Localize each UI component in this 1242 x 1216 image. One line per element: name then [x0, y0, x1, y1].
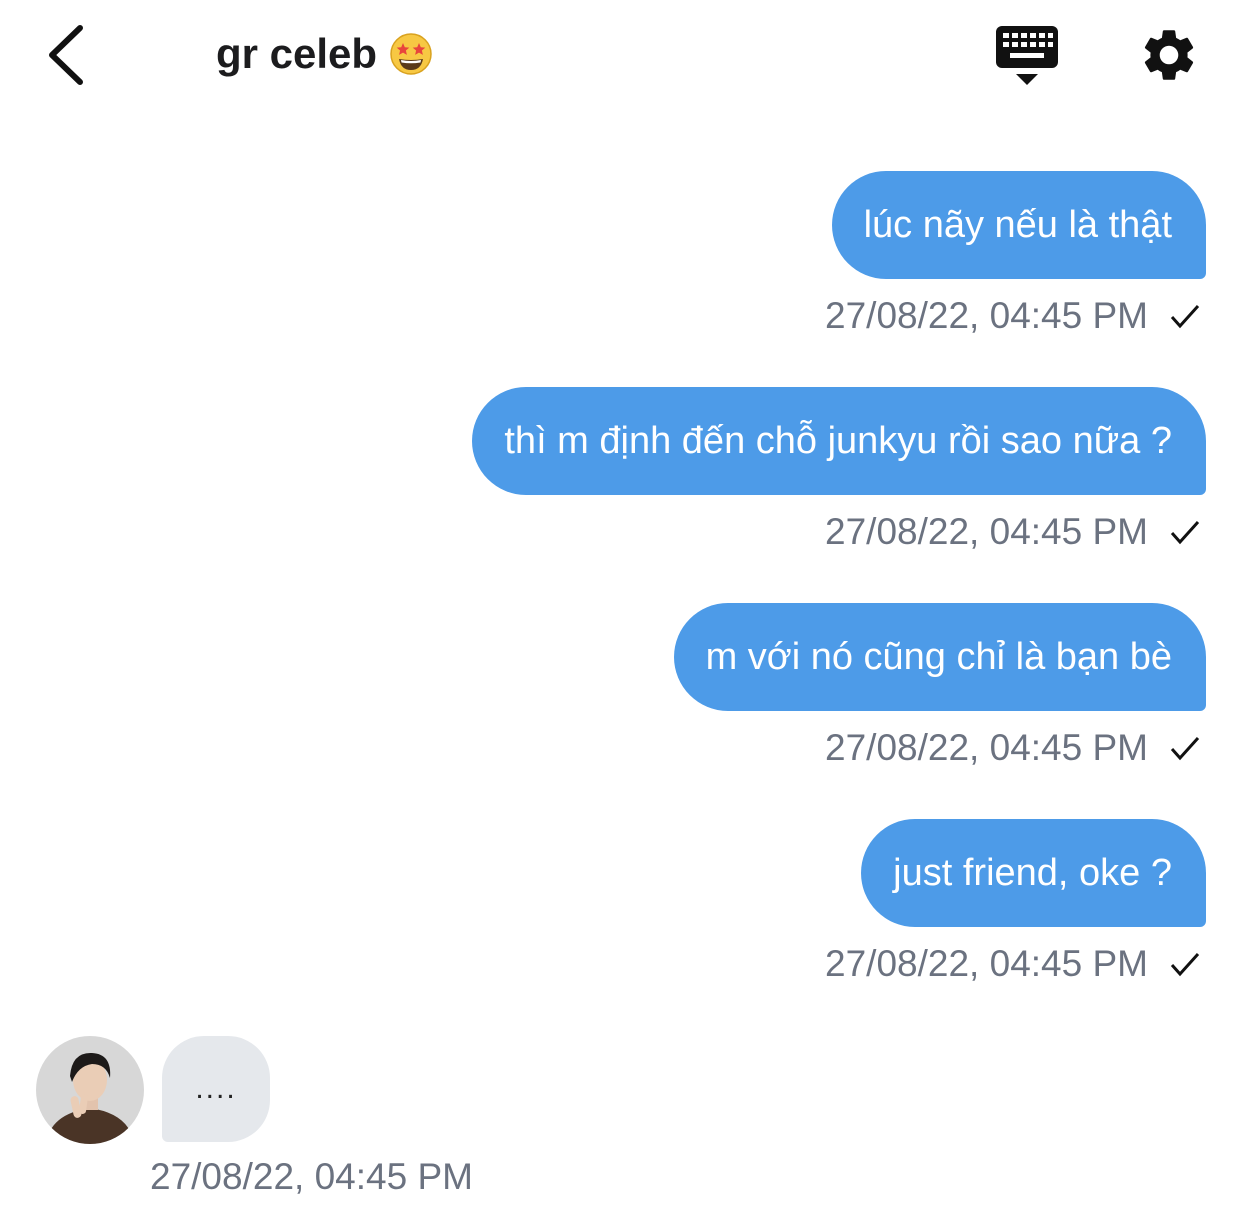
- outgoing-message-bubble[interactable]: just friend, oke ?: [861, 819, 1206, 927]
- outgoing-message-bubble[interactable]: lúc nãy nếu là thật: [831, 171, 1206, 279]
- contact-avatar[interactable]: [36, 1036, 144, 1144]
- sent-check-icon: [1170, 736, 1200, 761]
- outgoing-message-bubble[interactable]: thì m định đến chỗ junkyu rồi sao nữa ?: [472, 387, 1206, 495]
- chat-title[interactable]: gr celeb: [216, 30, 433, 78]
- sent-check-icon: [1170, 520, 1200, 545]
- star-struck-emoji-icon: [390, 33, 432, 75]
- message-timestamp: 27/08/22, 04:45 PM: [825, 511, 1148, 552]
- message-timestamp: 27/08/22, 04:45 PM: [825, 727, 1148, 768]
- avatar-photo-icon: [36, 1036, 144, 1144]
- message-meta: 27/08/22, 04:45 PM: [825, 507, 1202, 557]
- message-meta: 27/08/22, 04:45 PM: [825, 723, 1202, 773]
- message-meta: 27/08/22, 04:45 PM: [825, 939, 1202, 989]
- chevron-left-icon: [49, 25, 83, 85]
- outgoing-message-bubble[interactable]: m với nó cũng chỉ là bạn bè: [673, 603, 1206, 711]
- keyboard-button[interactable]: [992, 22, 1062, 88]
- message-timestamp: 27/08/22, 04:45 PM: [150, 1156, 473, 1197]
- back-button[interactable]: [38, 20, 98, 90]
- sent-check-icon: [1170, 304, 1200, 329]
- sent-check-icon: [1170, 952, 1200, 977]
- gear-icon: [1144, 30, 1194, 80]
- keyboard-icon: [996, 26, 1058, 85]
- chat-title-text: gr celeb: [216, 30, 378, 77]
- message-meta: 27/08/22, 04:45 PM: [825, 291, 1202, 341]
- message-timestamp: 27/08/22, 04:45 PM: [825, 295, 1148, 336]
- chat-header: gr celeb: [0, 0, 1242, 110]
- incoming-message-bubble[interactable]: ....: [162, 1036, 270, 1142]
- settings-button[interactable]: [1138, 24, 1200, 86]
- message-timestamp: 27/08/22, 04:45 PM: [825, 943, 1148, 984]
